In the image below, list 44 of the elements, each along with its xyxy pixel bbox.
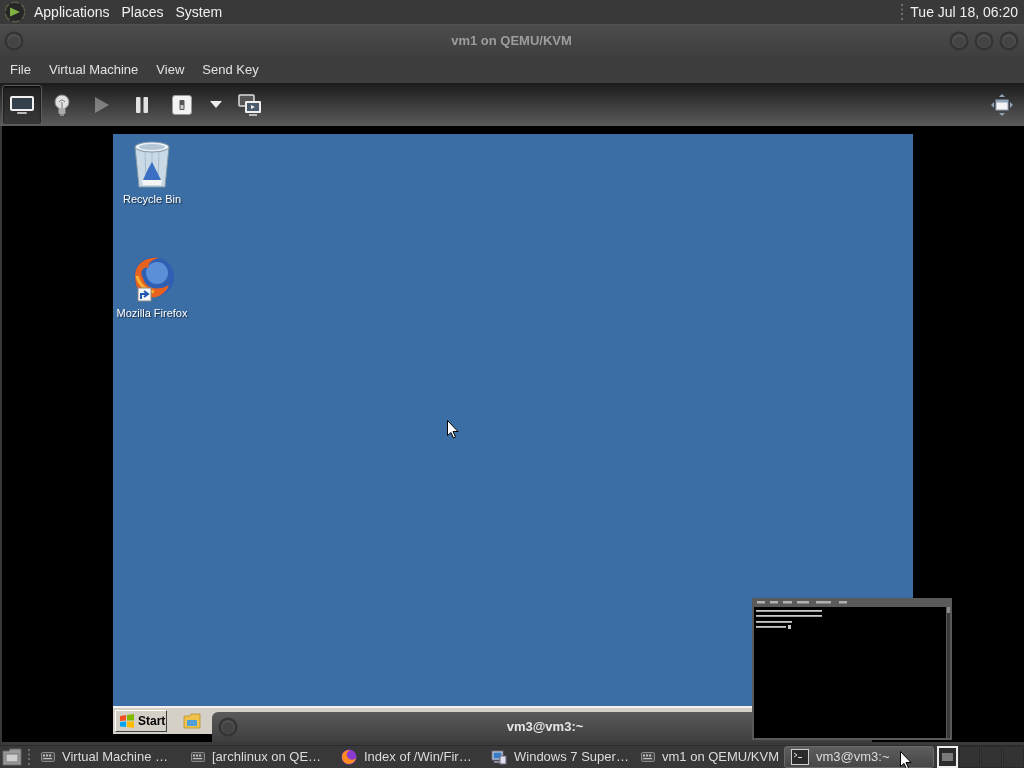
taskbar-item[interactable]: vm1 on QEMU/KVM — [634, 746, 784, 768]
menu-item[interactable]: File — [1, 56, 40, 83]
panel-menu[interactable]: Applications — [28, 0, 116, 24]
keyboard-icon — [641, 752, 655, 762]
panel-menu[interactable]: System — [169, 0, 229, 24]
clock-text: Tue Jul 18, 06:20 — [910, 2, 1018, 22]
taskbar-item[interactable]: vm3@vm3:~ — [784, 746, 934, 768]
flag-icon — [119, 714, 135, 728]
start-button[interactable]: Start — [115, 710, 167, 732]
screen-arrows-icon — [990, 92, 1014, 117]
taskbar-item[interactable]: [archlinux on QE… — [184, 746, 334, 768]
taskbar-item[interactable]: Virtual Machine … — [34, 746, 184, 768]
folder-icon[interactable] — [2, 748, 22, 766]
drag-handle-icon — [900, 4, 905, 20]
menu-item[interactable]: View — [147, 56, 194, 83]
menu-item[interactable]: Virtual Machine — [39, 56, 148, 83]
mouse-pointer-icon — [900, 751, 912, 768]
globe-icon — [341, 749, 357, 765]
keyboard-icon — [41, 752, 55, 762]
two-screens-icon — [238, 93, 262, 116]
monitor-icon — [9, 94, 35, 115]
desktop-icon-label[interactable]: Recycle Bin — [122, 192, 182, 206]
menu-item[interactable]: Send Key — [193, 56, 268, 83]
computer-icon — [491, 749, 507, 765]
terminal-preview-drawing[interactable] — [752, 598, 952, 740]
drag-handle-icon — [27, 749, 31, 765]
logo-icon[interactable] — [4, 1, 26, 23]
caret-icon — [210, 101, 222, 108]
play-icon — [94, 95, 110, 114]
keyboard-icon — [191, 752, 205, 762]
console-button[interactable] — [2, 84, 42, 125]
desktop-icon-label[interactable]: Mozilla Firefox — [116, 306, 188, 320]
window-title: vm3@vm3:~ — [506, 718, 584, 737]
workspace-tile[interactable] — [959, 746, 980, 768]
taskbar-item[interactable]: Index of /Win/Fir… — [334, 746, 484, 768]
mouse-pointer-icon — [447, 420, 459, 439]
trash-bin-icon[interactable] — [132, 140, 172, 188]
window-title: vm1 on QEMU/KVM — [451, 31, 572, 50]
lightbulb-icon — [54, 93, 70, 116]
taskbar-item[interactable]: Windows 7 Super… — [484, 746, 634, 768]
panel-menu[interactable]: Places — [115, 0, 170, 24]
switch-icon — [172, 94, 192, 115]
pause-icon — [135, 95, 149, 114]
terminal-icon — [791, 749, 809, 765]
